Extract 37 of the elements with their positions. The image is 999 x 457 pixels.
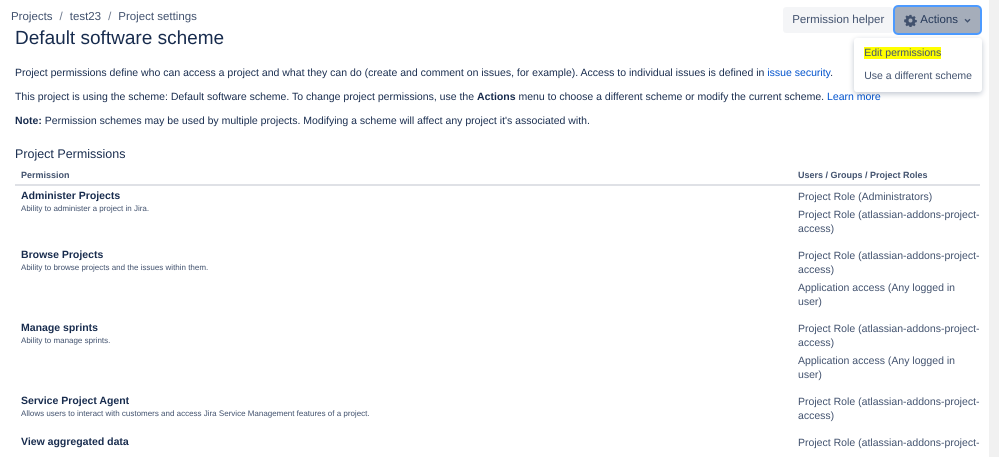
caret-icon bbox=[964, 18, 971, 22]
permission-description: Ability to administer a project in Jira. bbox=[21, 204, 150, 213]
breadcrumb-link[interactable]: Projects bbox=[11, 11, 53, 23]
permission-name: Service Project Agent bbox=[21, 395, 130, 407]
menu-item[interactable]: Edit permissions bbox=[854, 42, 982, 65]
actions-button[interactable]: Actions bbox=[895, 7, 980, 33]
section-title: Project Permissions bbox=[15, 147, 126, 161]
text-link[interactable]: issue security bbox=[767, 67, 830, 79]
highlight-mark: Edit permissions bbox=[864, 47, 942, 59]
grant-entry: Project Role (atlassian-addons-project- bbox=[798, 436, 980, 450]
permission-description: Ability to browse projects and the issues within them. bbox=[21, 263, 210, 272]
helper-button[interactable]: Permission helper bbox=[783, 7, 894, 33]
breadcrumb-link[interactable]: test23 bbox=[70, 11, 102, 23]
paragraph: Note: Permission schemes may be used by multiple projects. Modifying a scheme will affect any project it's associated with. bbox=[15, 115, 591, 128]
permission-name: Browse Projects bbox=[21, 249, 104, 261]
grant-entry: Project Role (atlassian-addons-project-access) bbox=[798, 208, 980, 236]
permission-description: Allows users to interact with customers and access Jira Service Management features of a project. bbox=[21, 409, 371, 418]
page-title: Default software scheme bbox=[15, 28, 224, 50]
grant-entry: Project Role (atlassian-addons-project-access) bbox=[798, 322, 980, 350]
gear-icon bbox=[904, 14, 918, 26]
column-header: Permission bbox=[21, 170, 71, 180]
grant-entry: Application access (Any logged in user) bbox=[798, 281, 956, 309]
permission-description: Ability to manage sprints. bbox=[21, 336, 112, 345]
paragraph: This project is using the scheme: Default software scheme. To change project permissions, use the Actions menu to choose a different scheme or modify the current scheme. Learn more bbox=[15, 91, 882, 104]
permission-name: Administer Projects bbox=[21, 190, 122, 202]
permission-name: View aggregated data bbox=[21, 436, 130, 448]
breadcrumb-link[interactable]: Project settings bbox=[118, 11, 197, 23]
breadcrumb-separator: / bbox=[60, 11, 63, 23]
grant-entry: Project Role (Administrators) bbox=[798, 190, 934, 204]
menu-item[interactable]: Use a different scheme bbox=[854, 65, 982, 88]
grant-entry: Project Role (atlassian-addons-project-access) bbox=[798, 249, 980, 277]
permission-name: Manage sprints bbox=[21, 322, 100, 334]
column-header: Users / Groups / Project Roles bbox=[798, 170, 929, 180]
grant-entry: Application access (Any logged in user) bbox=[798, 354, 956, 382]
grant-entry: Project Role (atlassian-addons-project-access) bbox=[798, 395, 980, 423]
breadcrumb-separator: / bbox=[108, 11, 112, 23]
text-link[interactable]: Learn more bbox=[827, 91, 881, 103]
